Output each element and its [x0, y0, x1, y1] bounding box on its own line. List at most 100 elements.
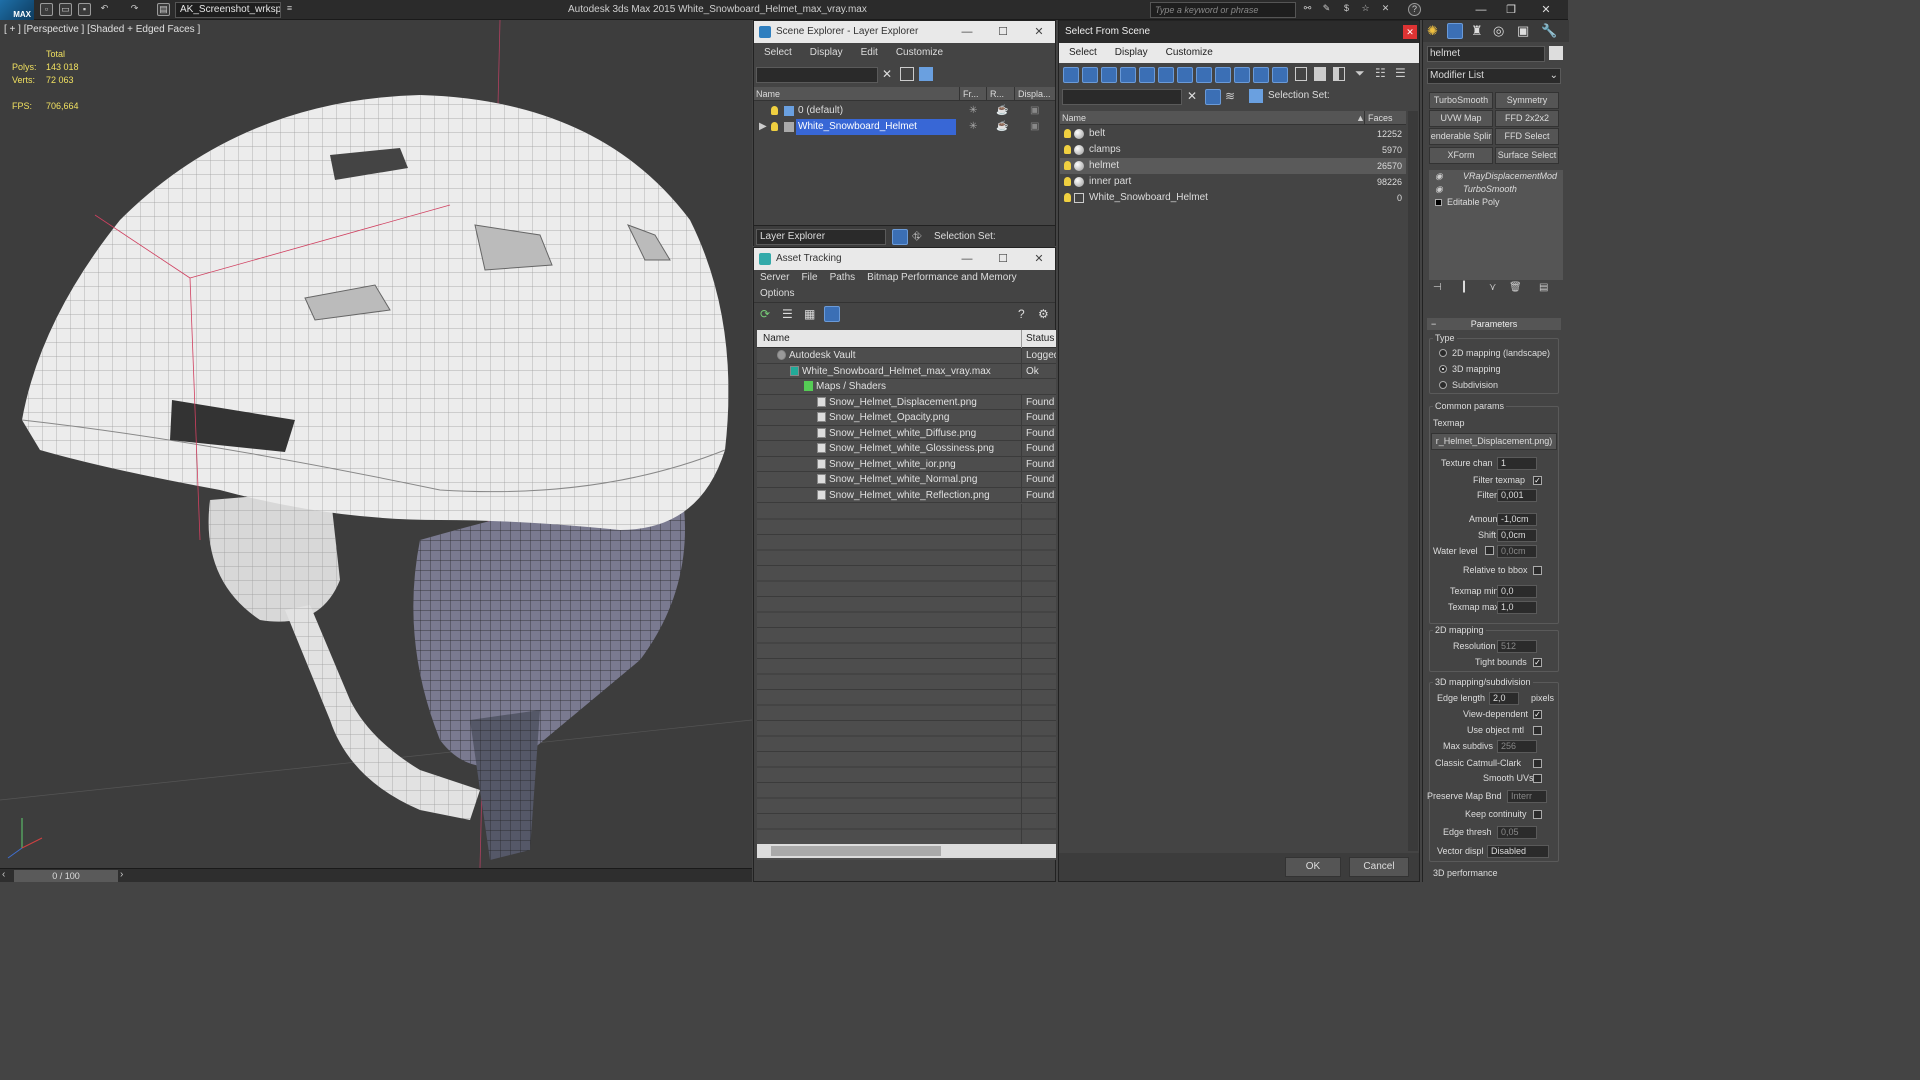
display-tab-icon[interactable]: ▣: [1517, 23, 1529, 39]
col-name[interactable]: Name: [756, 87, 780, 101]
edge-length-spinner[interactable]: 2,0: [1489, 692, 1519, 705]
menu-options[interactable]: Options: [760, 286, 794, 302]
expand-arrow-icon[interactable]: ▶: [759, 119, 767, 135]
pin-stack-icon[interactable]: ⊣: [1433, 282, 1442, 293]
show-end-result-icon[interactable]: ┃: [1461, 282, 1467, 293]
next-frame-icon[interactable]: ›: [120, 869, 123, 880]
stack-item[interactable]: ◉ TurboSmooth: [1429, 183, 1563, 196]
frozen-filter-icon[interactable]: [1253, 67, 1269, 83]
hierarchy-tab-icon[interactable]: ♜: [1471, 23, 1483, 39]
scene-explorer-titlebar[interactable]: Scene Explorer - Layer Explorer — ☐ ✕: [754, 21, 1055, 43]
explorer-dropdown[interactable]: Layer Explorer: [756, 229, 886, 245]
smooth-uvs-checkbox[interactable]: [1533, 774, 1542, 783]
eye-icon[interactable]: ◉: [1435, 183, 1443, 196]
table-row[interactable]: Snow_Helmet_Displacement.png Found: [757, 394, 1056, 410]
help-icon[interactable]: ?: [1408, 3, 1421, 16]
list-item[interactable]: clamps 5970: [1060, 142, 1406, 158]
close-x-icon[interactable]: ✕: [1379, 3, 1392, 16]
subscription-icon[interactable]: $: [1340, 3, 1353, 16]
menu-select[interactable]: Select: [764, 43, 792, 63]
menu-select[interactable]: Select: [1069, 43, 1097, 63]
object-color-swatch[interactable]: [1549, 46, 1563, 60]
menu-file[interactable]: File: [801, 270, 817, 286]
col-status[interactable]: Status: [1021, 330, 1054, 348]
help-icon[interactable]: ?: [1018, 307, 1025, 321]
make-unique-icon[interactable]: ⋎: [1489, 282, 1496, 293]
lightbulb-icon[interactable]: [1064, 161, 1071, 170]
layers-icon[interactable]: [919, 67, 933, 81]
object-name-input[interactable]: helmet: [1427, 46, 1545, 62]
list-item[interactable]: helmet 26570: [1060, 158, 1406, 174]
lightbulb-icon[interactable]: [1064, 193, 1071, 202]
viewport-label[interactable]: [ + ] [Perspective ] [Shaded + Edged Fac…: [4, 24, 200, 35]
close-button[interactable]: ✕: [1021, 21, 1057, 43]
clear-icon[interactable]: ✕: [1187, 89, 1197, 103]
filter-texmap-checkbox[interactable]: ✓: [1533, 476, 1542, 485]
maximize-button[interactable]: ☐: [985, 21, 1021, 43]
col-display[interactable]: Displa...: [1014, 87, 1051, 101]
render-teapot-icon[interactable]: ☕: [996, 119, 1008, 135]
table-row[interactable]: Snow_Helmet_Opacity.png Found: [757, 410, 1056, 426]
asset-tracking-titlebar[interactable]: Asset Tracking — ☐ ✕: [754, 248, 1055, 270]
table-view-icon[interactable]: [824, 306, 840, 322]
xform-button[interactable]: XForm: [1429, 147, 1493, 164]
select-dialog-titlebar[interactable]: Select From Scene ✕: [1059, 21, 1419, 43]
radio-3d-mapping[interactable]: [1439, 365, 1447, 373]
menu-server[interactable]: Server: [760, 270, 789, 286]
layer-row[interactable]: ▶ White_Snowboard_Helmet ✳ ☕ ▣: [754, 119, 1055, 135]
workspace-dropdown[interactable]: AK_Screenshot_wrksp: [175, 2, 281, 18]
menu-edit[interactable]: Edit: [861, 43, 878, 63]
stack-item[interactable]: Editable Poly: [1429, 196, 1563, 209]
select-all-icon[interactable]: [1295, 67, 1307, 81]
remove-modifier-icon[interactable]: 🗑: [1509, 282, 1522, 293]
save-file-icon[interactable]: ▪: [78, 3, 91, 16]
hierarchy-filter-icon[interactable]: ☷: [1375, 66, 1386, 80]
maximize-button[interactable]: ☐: [985, 248, 1021, 270]
use-object-mtl-checkbox[interactable]: [1533, 726, 1542, 735]
minimize-button[interactable]: —: [949, 21, 985, 43]
layer-row[interactable]: 0 (default) ✳ ☕ ▣: [754, 103, 1055, 119]
utilities-tab-icon[interactable]: 🔧: [1541, 23, 1557, 39]
lightbulb-icon[interactable]: [1064, 177, 1071, 186]
relative-bbox-checkbox[interactable]: [1533, 566, 1542, 575]
clear-icon[interactable]: ✕: [882, 67, 892, 81]
lightbulb-icon[interactable]: [771, 106, 778, 115]
collapse-icon[interactable]: ☰: [1395, 66, 1406, 80]
expand-box-icon[interactable]: [1435, 199, 1442, 206]
keep-continuity-checkbox[interactable]: [1533, 810, 1542, 819]
containers-filter-icon[interactable]: [1234, 67, 1250, 83]
display-box-icon[interactable]: ▣: [1030, 119, 1039, 135]
display-box-icon[interactable]: ▣: [1030, 103, 1039, 119]
filter-icon[interactable]: [900, 67, 914, 81]
table-row[interactable]: Autodesk Vault Logged: [757, 348, 1056, 364]
prev-frame-icon[interactable]: ‹: [2, 869, 5, 880]
time-slider[interactable]: 0 / 100: [14, 870, 118, 882]
spacewarps-filter-icon[interactable]: [1158, 67, 1174, 83]
vector-displ-dropdown[interactable]: Disabled: [1487, 845, 1549, 858]
cancel-button[interactable]: Cancel: [1349, 857, 1409, 877]
resolution-spinner[interactable]: 512: [1497, 640, 1537, 653]
table-row[interactable]: Maps / Shaders: [757, 379, 1056, 395]
texture-chan-spinner[interactable]: 1: [1497, 457, 1537, 470]
max-subdivs-spinner[interactable]: 256: [1497, 740, 1537, 753]
col-name[interactable]: Name: [763, 330, 790, 348]
lightbulb-icon[interactable]: [1064, 129, 1071, 138]
table-row[interactable]: Snow_Helmet_white_Glossiness.png Found: [757, 441, 1056, 457]
texmap-max-spinner[interactable]: 1,0: [1497, 601, 1537, 614]
menu-customize[interactable]: Customize: [896, 43, 943, 63]
symmetry-button[interactable]: Symmetry: [1495, 92, 1559, 109]
close-button[interactable]: ✕: [1535, 2, 1557, 18]
geometry-filter-icon[interactable]: [1063, 67, 1079, 83]
list-item[interactable]: inner part 98226: [1060, 174, 1406, 190]
renderable-spline-button[interactable]: enderable Splir: [1429, 128, 1493, 145]
table-row[interactable]: Snow_Helmet_white_ior.png Found: [757, 456, 1056, 472]
minimize-button[interactable]: —: [949, 248, 985, 270]
list-item[interactable]: belt 12252: [1060, 126, 1406, 142]
redo-icon[interactable]: ↷: [128, 3, 141, 16]
table-row[interactable]: Snow_Helmet_white_Diffuse.png Found: [757, 425, 1056, 441]
ok-button[interactable]: OK: [1285, 857, 1341, 877]
water-level-spinner[interactable]: 0,0cm: [1497, 545, 1537, 558]
undo-icon[interactable]: ↶: [98, 3, 111, 16]
close-button[interactable]: ✕: [1403, 25, 1417, 39]
eye-icon[interactable]: ◉: [1435, 170, 1443, 183]
